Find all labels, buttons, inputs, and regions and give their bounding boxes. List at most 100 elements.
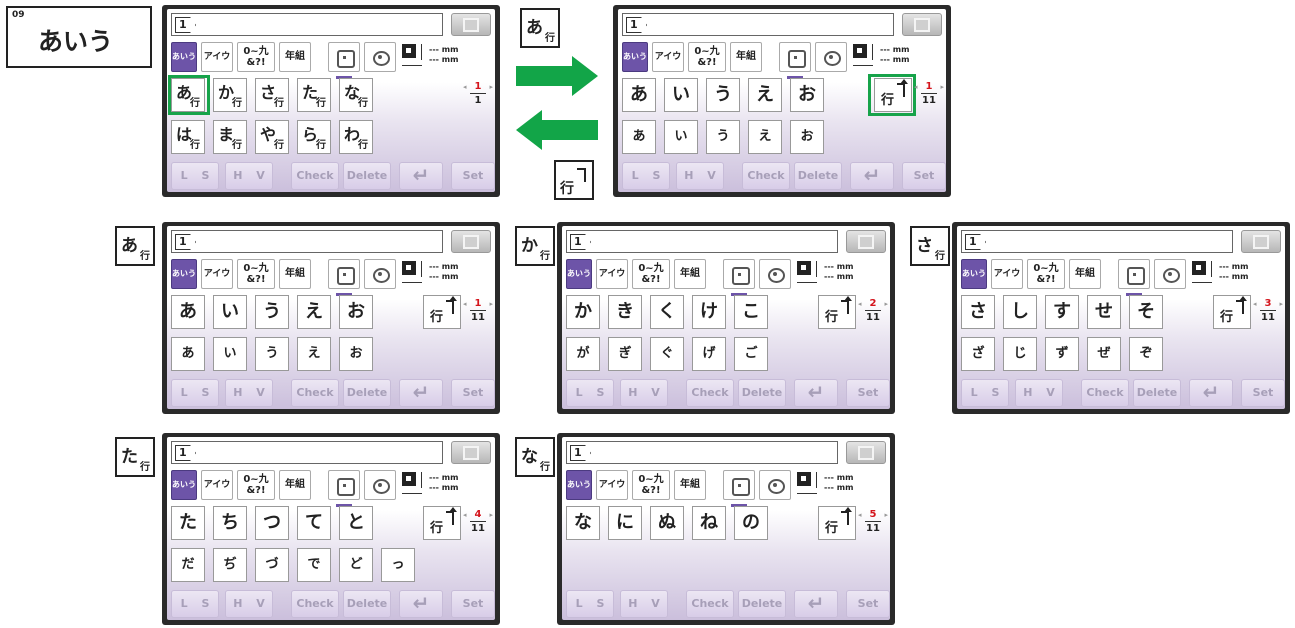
page-prev-icon[interactable]: ◂ [1253, 300, 1257, 308]
char-key[interactable]: で [297, 548, 331, 582]
char-key[interactable]: い [664, 120, 698, 154]
frame-shape-button[interactable] [723, 259, 755, 289]
hv-button[interactable]: H V [620, 590, 668, 618]
char-key[interactable]: し [1003, 295, 1037, 329]
char-key[interactable]: お [790, 78, 824, 112]
frame-shape-button[interactable] [723, 470, 755, 500]
page-prev-icon[interactable]: ◂ [914, 83, 918, 91]
tab-katakana[interactable]: アイウ [201, 259, 233, 289]
char-key[interactable]: す [1045, 295, 1079, 329]
char-key[interactable]: に [608, 506, 642, 540]
text-input-field[interactable]: 1 [171, 441, 443, 464]
frame-select-button[interactable] [451, 13, 491, 36]
char-key[interactable]: お [339, 337, 373, 371]
check-button[interactable]: Check [686, 379, 734, 407]
char-key[interactable]: え [297, 337, 331, 371]
char-key[interactable]: ま行 [213, 120, 247, 154]
char-key[interactable]: ぜ [1087, 337, 1121, 371]
circle-shape-button[interactable] [364, 42, 396, 72]
hv-button[interactable]: H V [1015, 379, 1063, 407]
char-key[interactable]: っ [381, 548, 415, 582]
char-key[interactable]: あ [171, 295, 205, 329]
char-key[interactable]: せ [1087, 295, 1121, 329]
page-prev-icon[interactable]: ◂ [858, 511, 862, 519]
delete-button[interactable]: Delete [343, 590, 391, 618]
ls-button[interactable]: L S [171, 162, 219, 190]
char-key[interactable]: な行 [339, 78, 373, 112]
char-key[interactable]: な [566, 506, 600, 540]
page-next-icon[interactable]: ▸ [489, 300, 493, 308]
delete-button[interactable]: Delete [738, 590, 786, 618]
tab-year-class[interactable]: 年組 [730, 42, 762, 72]
tab-katakana[interactable]: アイウ [991, 259, 1023, 289]
page-prev-icon[interactable]: ◂ [463, 300, 467, 308]
char-key[interactable]: お [790, 120, 824, 154]
char-key[interactable]: ぢ [213, 548, 247, 582]
circle-shape-button[interactable] [1154, 259, 1186, 289]
hv-button[interactable]: H V [676, 162, 724, 190]
char-key[interactable]: か [566, 295, 600, 329]
hv-button[interactable]: H V [225, 379, 273, 407]
tab-numbers-symbols[interactable]: 0~九 &?! [632, 470, 670, 500]
check-button[interactable]: Check [291, 590, 339, 618]
char-key[interactable]: け [692, 295, 726, 329]
char-key[interactable]: こ [734, 295, 768, 329]
char-key[interactable]: う [706, 120, 740, 154]
frame-shape-button[interactable] [328, 470, 360, 500]
set-button[interactable]: Set [902, 162, 946, 190]
tab-hiragana[interactable]: あいう [622, 42, 648, 72]
char-key[interactable]: さ行 [255, 78, 289, 112]
frame-select-button[interactable] [451, 230, 491, 253]
char-key[interactable]: づ [255, 548, 289, 582]
tab-numbers-symbols[interactable]: 0~九 &?! [688, 42, 726, 72]
text-input-field[interactable]: 1 [566, 230, 838, 253]
char-key[interactable]: ち [213, 506, 247, 540]
char-key[interactable]: ね [692, 506, 726, 540]
tab-hiragana[interactable]: あいう [566, 259, 592, 289]
text-input-field[interactable]: 1 [622, 13, 894, 36]
circle-shape-button[interactable] [815, 42, 847, 72]
hv-button[interactable]: H V [225, 590, 273, 618]
tab-year-class[interactable]: 年組 [1069, 259, 1101, 289]
char-key[interactable]: え [748, 78, 782, 112]
enter-button[interactable]: ↵ [399, 379, 443, 407]
tab-katakana[interactable]: アイウ [201, 42, 233, 72]
tab-numbers-symbols[interactable]: 0~九 &?! [1027, 259, 1065, 289]
char-key[interactable]: か行 [213, 78, 247, 112]
tab-year-class[interactable]: 年組 [279, 470, 311, 500]
set-button[interactable]: Set [451, 379, 495, 407]
delete-button[interactable]: Delete [1133, 379, 1181, 407]
char-key[interactable]: げ [692, 337, 726, 371]
char-key[interactable]: だ [171, 548, 205, 582]
char-key[interactable]: は行 [171, 120, 205, 154]
delete-button[interactable]: Delete [794, 162, 842, 190]
circle-shape-button[interactable] [364, 259, 396, 289]
frame-select-button[interactable] [902, 13, 942, 36]
char-key[interactable]: う [255, 295, 289, 329]
tab-katakana[interactable]: アイウ [596, 470, 628, 500]
ls-button[interactable]: L S [171, 379, 219, 407]
char-key[interactable]: ぬ [650, 506, 684, 540]
char-key[interactable]: た行 [297, 78, 331, 112]
frame-select-button[interactable] [451, 441, 491, 464]
enter-button[interactable]: ↵ [399, 590, 443, 618]
frame-select-button[interactable] [1241, 230, 1281, 253]
hv-button[interactable]: H V [225, 162, 273, 190]
char-key[interactable]: つ [255, 506, 289, 540]
page-prev-icon[interactable]: ◂ [858, 300, 862, 308]
tab-year-class[interactable]: 年組 [279, 42, 311, 72]
tab-numbers-symbols[interactable]: 0~九 &?! [237, 259, 275, 289]
char-key[interactable]: や行 [255, 120, 289, 154]
check-button[interactable]: Check [1081, 379, 1129, 407]
enter-button[interactable]: ↵ [850, 162, 894, 190]
char-key[interactable]: ぐ [650, 337, 684, 371]
set-button[interactable]: Set [846, 590, 890, 618]
ls-button[interactable]: L S [961, 379, 1009, 407]
page-next-icon[interactable]: ▸ [489, 511, 493, 519]
gyo-row-button[interactable]: 行 [1213, 295, 1251, 329]
page-next-icon[interactable]: ▸ [489, 83, 493, 91]
page-next-icon[interactable]: ▸ [940, 83, 944, 91]
set-button[interactable]: Set [846, 379, 890, 407]
tab-numbers-symbols[interactable]: 0~九 &?! [237, 470, 275, 500]
tab-year-class[interactable]: 年組 [279, 259, 311, 289]
